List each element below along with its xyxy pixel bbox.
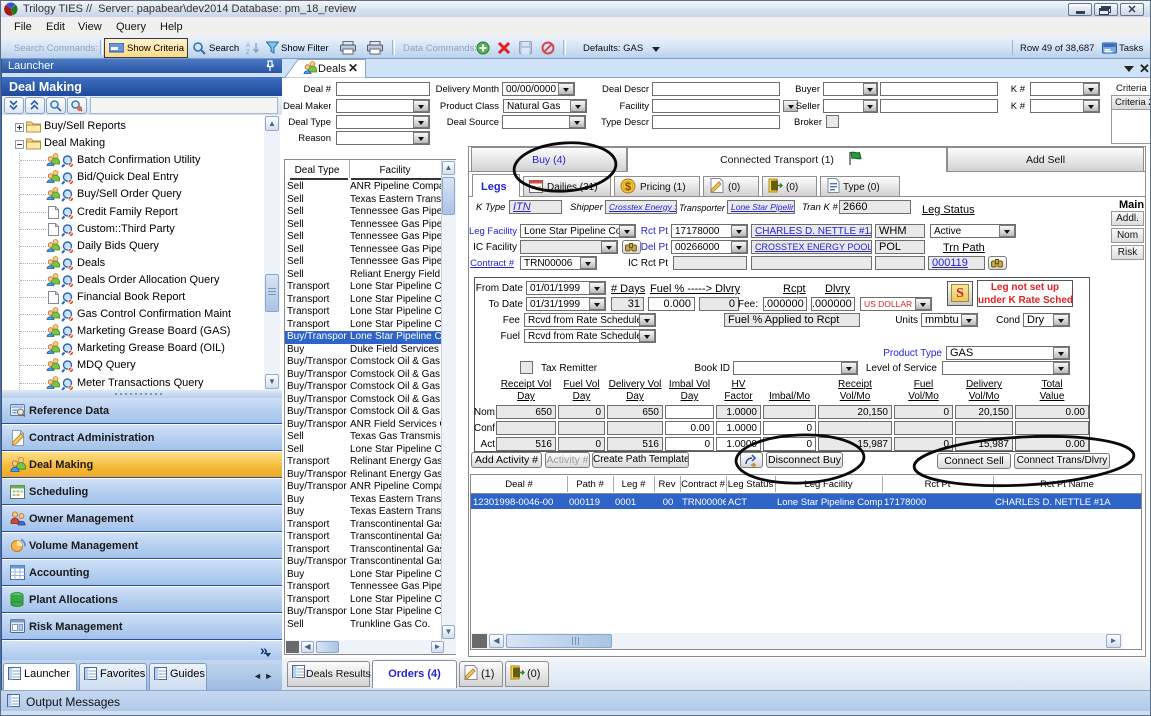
svg-text:A: A — [246, 43, 250, 49]
svg-text:$: $ — [625, 181, 631, 193]
svg-text:Z: Z — [246, 50, 250, 55]
